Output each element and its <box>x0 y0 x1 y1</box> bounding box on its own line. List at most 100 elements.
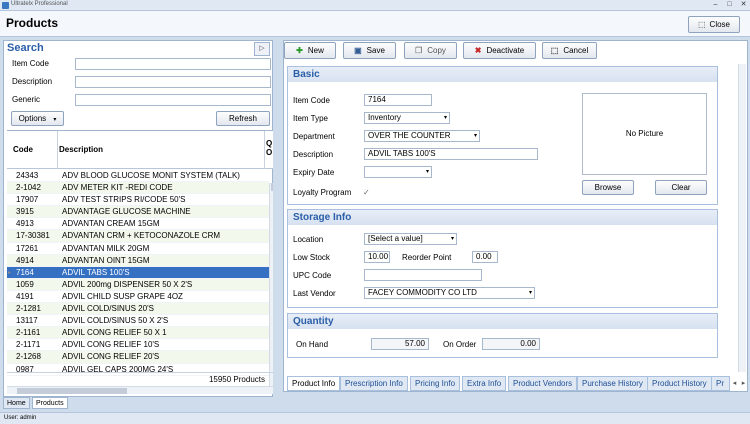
tab-scroll-right-icon[interactable]: ▸ <box>739 378 748 390</box>
department-select[interactable]: OVER THE COUNTER ▾ <box>364 130 480 142</box>
row-code: 2-1171 <box>16 340 41 350</box>
scrollbar-thumb[interactable] <box>271 183 273 191</box>
table-row-selected[interactable]: ▸ 7164 ADVIL TABS 100'S <box>7 266 269 279</box>
tab-product-vendors[interactable]: Product Vendors <box>508 376 578 391</box>
table-row[interactable]: 17-30381 ADVANTAN CRM + KETOCONAZOLE CRM <box>7 230 269 243</box>
detail-vertical-scrollbar[interactable] <box>738 64 746 372</box>
chevron-down-icon: ▾ <box>450 236 454 242</box>
browse-label: Browse <box>594 183 622 192</box>
table-row[interactable]: 24343 ADV BLOOD GLUCOSE MONIT SYSTEM (TAL… <box>7 170 269 183</box>
minimize-button[interactable]: – <box>709 0 722 10</box>
description-input[interactable]: ADVIL TABS 100'S <box>364 148 538 160</box>
low-stock-input[interactable]: 10.00 <box>364 251 390 263</box>
table-row[interactable]: 4191 ADVIL CHILD SUSP GRAPE 4OZ <box>7 291 269 304</box>
search-item-code-label: Item Code <box>12 59 49 68</box>
search-description-label: Description <box>12 77 53 86</box>
table-row[interactable]: 2-1171 ADVIL CONG RELIEF 10'S <box>7 339 269 352</box>
location-value: [Select a value] <box>368 234 423 243</box>
tab-purchase-history[interactable]: Purchase History <box>577 376 648 391</box>
cancel-button[interactable]: ⬚ Cancel <box>542 42 597 59</box>
table-row[interactable]: 13117 ADVIL COLD/SINUS 50 X 2'S <box>7 315 269 328</box>
row-description: ADV BLOOD GLUCOSE MONIT SYSTEM (TALK) <box>62 171 240 180</box>
storage-info-title: Storage Info <box>288 210 717 225</box>
tab-scroll-left-icon[interactable]: ◂ <box>730 378 739 390</box>
cancel-label: Cancel <box>563 46 589 55</box>
deactivate-button[interactable]: ✖ Deactivate <box>463 42 536 59</box>
row-description: ADVIL 200mg DISPENSER 50 X 2'S <box>62 279 193 289</box>
loyalty-program-checkbox[interactable]: ✓ <box>363 188 372 197</box>
window-close-button[interactable]: ✕ <box>737 0 750 10</box>
grid-horizontal-scrollbar[interactable] <box>7 386 273 394</box>
save-button[interactable]: ▣ Save <box>343 42 396 59</box>
tab-more[interactable]: Pr <box>711 376 730 391</box>
last-vendor-select[interactable]: FACEY COMMODITY CO LTD ▾ <box>364 287 535 299</box>
grid-header: Code Description Q O <box>7 131 273 169</box>
collapse-panel-button[interactable]: ▷ <box>254 42 270 56</box>
close-button[interactable]: ⬚ Close <box>688 16 740 33</box>
row-description: ADVIL CONG RELIEF 50 X 1 <box>62 328 167 338</box>
column-header-code[interactable]: Code <box>13 145 33 154</box>
search-panel: Search ▷ Item Code Description Generic O… <box>3 40 273 397</box>
maximize-button[interactable]: □ <box>723 0 736 10</box>
last-vendor-value: FACEY COMMODITY CO LTD <box>368 288 477 297</box>
floppy-icon: ▣ <box>354 46 362 55</box>
search-item-code-input[interactable] <box>75 58 271 70</box>
tab-product-info[interactable]: Product Info <box>287 376 341 391</box>
copy-button[interactable]: ❐ Copy <box>404 42 457 59</box>
scrollbar-thumb[interactable] <box>17 388 127 394</box>
status-user: User: admin <box>4 415 37 421</box>
column-header-description[interactable]: Description <box>59 145 103 154</box>
row-code: 2-1281 <box>16 304 41 314</box>
tab-prescription-info[interactable]: Prescription Info <box>340 376 408 391</box>
upc-code-input[interactable] <box>364 269 482 281</box>
row-code: 24343 <box>16 171 39 180</box>
tab-product-history[interactable]: Product History <box>647 376 712 391</box>
refresh-button[interactable]: Refresh <box>216 111 270 126</box>
tab-products[interactable]: Products <box>32 397 68 409</box>
table-row[interactable]: 17907 ADV TEST STRIPS RI/CODE 50'S <box>7 194 269 207</box>
tab-extra-info[interactable]: Extra Info <box>462 376 507 391</box>
product-count: 15950 Products <box>7 372 273 386</box>
new-button[interactable]: ✚ New <box>284 42 336 59</box>
item-type-select[interactable]: Inventory ▾ <box>364 112 450 124</box>
x-icon: ✖ <box>474 46 482 55</box>
clear-label: Clear <box>671 183 691 192</box>
page-title: Products <box>6 16 59 30</box>
tab-home[interactable]: Home <box>3 397 30 409</box>
row-description: ADVIL COLD/SINUS 20'S <box>62 304 154 314</box>
copy-label: Copy <box>427 46 446 55</box>
search-generic-input[interactable] <box>75 94 271 106</box>
table-row[interactable]: 4913 ADVANTAN CREAM 15GM <box>7 218 269 231</box>
expiry-date-picker[interactable]: ▾ <box>364 166 432 178</box>
close-icon: ⬚ <box>697 20 706 29</box>
location-select[interactable]: [Select a value] ▾ <box>364 233 457 245</box>
grid-vertical-scrollbar[interactable] <box>269 183 273 387</box>
grid-rows: 24343 ADV BLOOD GLUCOSE MONIT SYSTEM (TAL… <box>7 170 269 376</box>
column-header-q[interactable]: Q O <box>266 139 272 157</box>
table-row[interactable]: 3915 ADVANTAGE GLUCOSE MACHINE <box>7 206 269 219</box>
table-row[interactable]: 2-1161 ADVIL CONG RELIEF 50 X 1 <box>7 327 269 340</box>
deactivate-label: Deactivate <box>486 46 525 55</box>
location-label: Location <box>293 235 324 244</box>
table-row[interactable]: 2-1042 ADV METER KIT -REDI CODE <box>7 182 269 195</box>
table-row[interactable]: 2-1268 ADVIL CONG RELIEF 20'S <box>7 351 269 364</box>
expiry-date-label: Expiry Date <box>293 168 335 177</box>
row-code: 4191 <box>16 291 34 301</box>
table-row[interactable]: 2-1281 ADVIL COLD/SINUS 20'S <box>7 303 269 316</box>
tab-pricing-info[interactable]: Pricing Info <box>410 376 461 391</box>
table-row[interactable]: 4914 ADVANTAN OINT 15GM <box>7 254 269 267</box>
table-row[interactable]: 1059 ADVIL 200mg DISPENSER 50 X 2'S <box>7 278 269 291</box>
table-row[interactable]: 17261 ADVANTAN MILK 20GM <box>7 243 269 255</box>
options-button[interactable]: Options ▾ <box>11 111 64 126</box>
browse-button[interactable]: Browse <box>582 180 634 195</box>
row-code: 2-1161 <box>16 328 41 338</box>
item-code-input[interactable]: 7164 <box>364 94 432 106</box>
reorder-point-input[interactable]: 0.00 <box>472 251 498 263</box>
row-code: 3915 <box>16 207 34 217</box>
clear-picture-button[interactable]: Clear <box>655 180 707 195</box>
row-code: 1059 <box>16 279 34 289</box>
check-icon: ✓ <box>363 188 370 197</box>
chevron-left-icon: ▷ <box>259 45 265 52</box>
search-description-input[interactable] <box>75 76 271 88</box>
chevron-down-icon: ▾ <box>425 169 429 175</box>
